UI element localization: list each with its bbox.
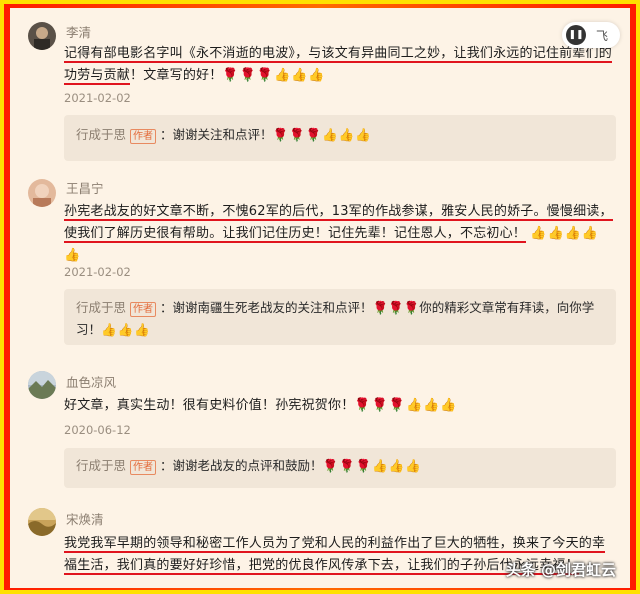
author-badge: 作者 [130,129,157,144]
reply-text: ：谢谢老战友的点评和鼓励！ [160,458,323,473]
avatar-image [34,27,50,50]
comment-text-rest: 好文章，真实生动！很有史料价值！孙宪祝贺你！ [64,398,355,413]
comment-username[interactable]: 血色凉风 [66,372,116,391]
comments-panel: 李清 记得有部电影名字叫《永不消逝的电波》，与该文有异曲同工之妙，让我们永远的记… [10,8,630,588]
author-reply: 行成于思 作者 ：谢谢南疆生死老战友的关注和点评！🌹🌹🌹你的精彩文章常有拜读，向你学… [64,289,616,345]
comment-date: 2021-02-02 [64,91,131,105]
author-badge: 作者 [130,460,157,475]
author-badge: 作者 [130,302,157,317]
comment-text-rest: ！文章写的好！ [130,68,223,83]
comment-username[interactable]: 宋焕清 [66,509,104,528]
avatar-image [33,184,51,207]
comment-text: 孙宪老战友的好文章不断，不愧62军的后代，13军的作战参谋，雅安人民的娇子。慢慢… [64,201,616,267]
comment-text: 记得有部电影名字叫《永不消逝的电波》，与该文有异曲同工之妙，让我们永远的记住前辈… [64,43,616,87]
comment-text: 好文章，真实生动！很有史料价值！孙宪祝贺你！🌹🌹🌹👍👍👍 [64,395,616,417]
comment-date: 2020-06-12 [64,423,131,437]
avatar[interactable] [28,371,56,399]
comment-username[interactable]: 王昌宁 [66,178,104,197]
reply-author[interactable]: 行成于思 [76,300,126,315]
emoji-group: 🌹🌹🌹👍👍👍 [322,458,422,473]
author-reply: 行成于思 作者 ：谢谢关注和点评！🌹🌹🌹👍👍👍 [64,115,616,161]
avatar[interactable] [28,22,56,50]
emoji-group: 🌹🌹🌹👍👍👍 [272,127,372,142]
emoji-group: 👍👍👍 [101,322,151,337]
avatar[interactable] [28,179,56,207]
avatar[interactable] [28,508,56,536]
pause-icon[interactable]: ❚❚ [566,25,586,45]
avatar-image [28,371,56,399]
emoji-group: 🌹🌹🌹👍👍👍 [222,68,326,83]
float-label[interactable]: 飞 [596,27,608,44]
author-reply: 行成于思 作者 ：谢谢老战友的点评和鼓励！🌹🌹🌹👍👍👍 [64,448,616,488]
comment-date: 2021-02-02 [64,265,131,279]
reply-author[interactable]: 行成于思 [76,458,126,473]
reply-text: ：谢谢关注和点评！ [160,127,273,142]
reply-author[interactable]: 行成于思 [76,127,126,142]
avatar-image [28,508,56,536]
floating-control[interactable]: ❚❚ 飞 [562,22,620,48]
emoji-group: 🌹🌹🌹👍👍👍 [354,398,458,413]
comment-username[interactable]: 李清 [66,22,91,41]
watermark: 头条 @剑君虹云 [505,561,616,579]
